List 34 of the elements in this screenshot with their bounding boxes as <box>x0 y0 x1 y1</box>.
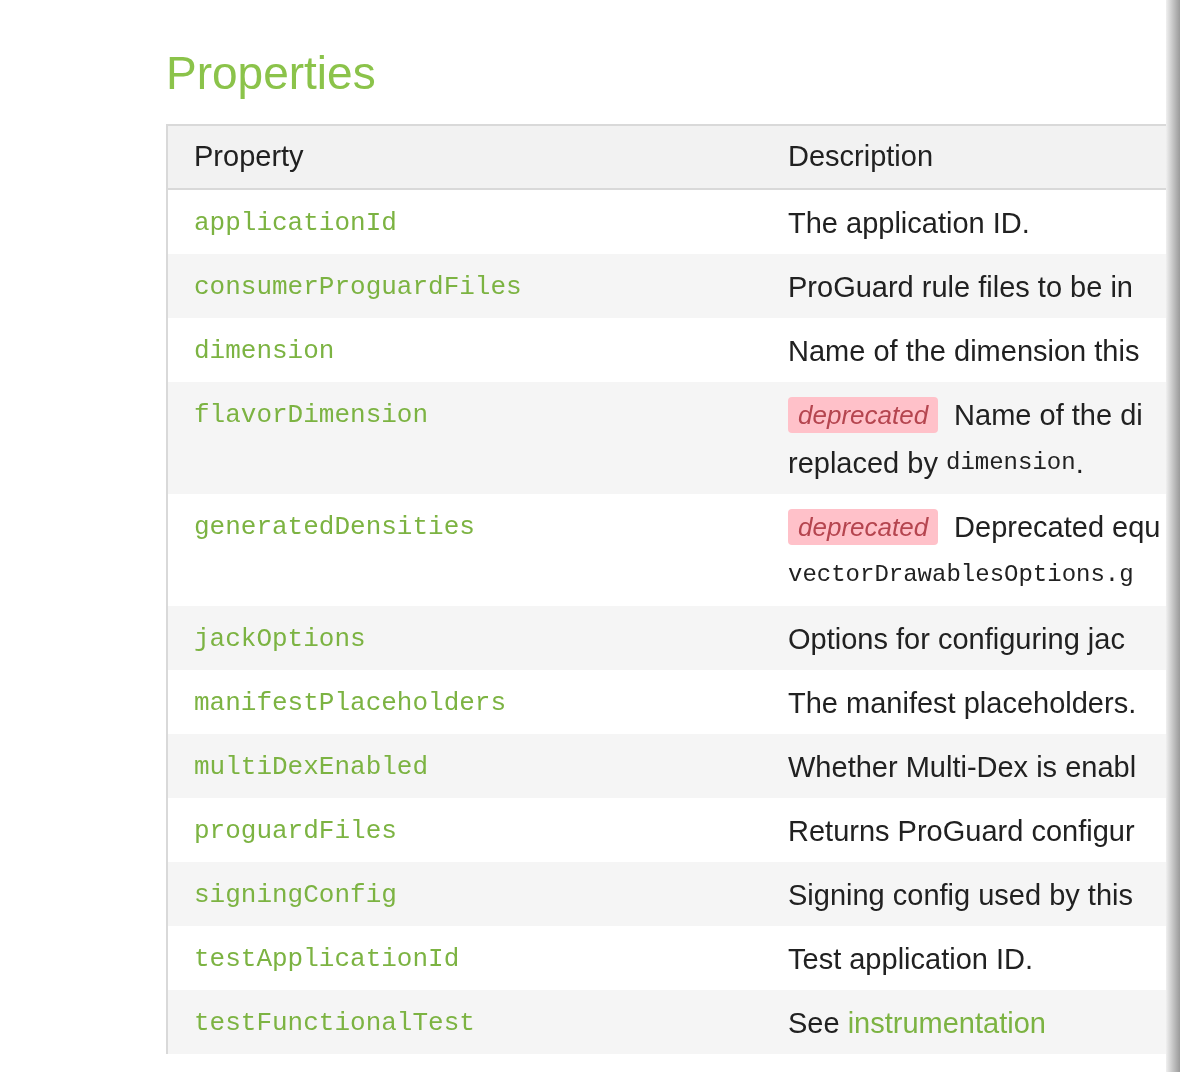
property-link[interactable]: generatedDensities <box>194 512 475 542</box>
property-link[interactable]: proguardFiles <box>194 816 397 846</box>
property-link[interactable]: flavorDimension <box>194 400 429 430</box>
description-text: Name of the di <box>954 398 1143 433</box>
description-text: Signing config used by this <box>788 878 1133 913</box>
code-text: vectorDrawablesOptions.g <box>788 560 1134 590</box>
description-text: Options for configuring jac <box>788 622 1125 657</box>
column-header: Property <box>194 140 304 173</box>
description-text: The application ID. <box>788 206 1030 241</box>
description-text: . <box>1075 446 1084 481</box>
property-link[interactable]: jackOptions <box>194 624 366 654</box>
description-text: Deprecated equ <box>954 510 1161 545</box>
property-link[interactable]: dimension <box>194 336 335 366</box>
property-link[interactable]: consumerProguardFiles <box>194 272 522 302</box>
column-header: Description <box>788 140 934 173</box>
deprecated-badge: deprecated <box>788 397 939 433</box>
description-link[interactable]: instrumentation <box>847 1005 1046 1041</box>
deprecated-badge: deprecated <box>788 509 939 545</box>
description-text: Returns ProGuard configur <box>788 814 1135 849</box>
property-link[interactable]: multiDexEnabled <box>194 752 429 782</box>
description-text: See <box>788 1006 841 1041</box>
description-text: replaced by <box>788 446 939 481</box>
code-text: dimension <box>946 448 1076 478</box>
property-link[interactable]: applicationId <box>194 208 397 238</box>
description-text: ProGuard rule files to be in <box>788 270 1133 305</box>
property-link[interactable]: manifestPlaceholders <box>194 688 507 718</box>
section-heading: Properties <box>166 46 376 101</box>
property-link[interactable]: testFunctionalTest <box>194 1008 475 1038</box>
description-text: Whether Multi-Dex is enabl <box>788 750 1137 785</box>
property-link[interactable]: signingConfig <box>194 880 397 910</box>
description-text: Name of the dimension this <box>788 334 1140 369</box>
description-text: The manifest placeholders. <box>788 686 1137 721</box>
description-text: Test application ID. <box>788 942 1033 977</box>
property-link[interactable]: testApplicationId <box>194 944 460 974</box>
